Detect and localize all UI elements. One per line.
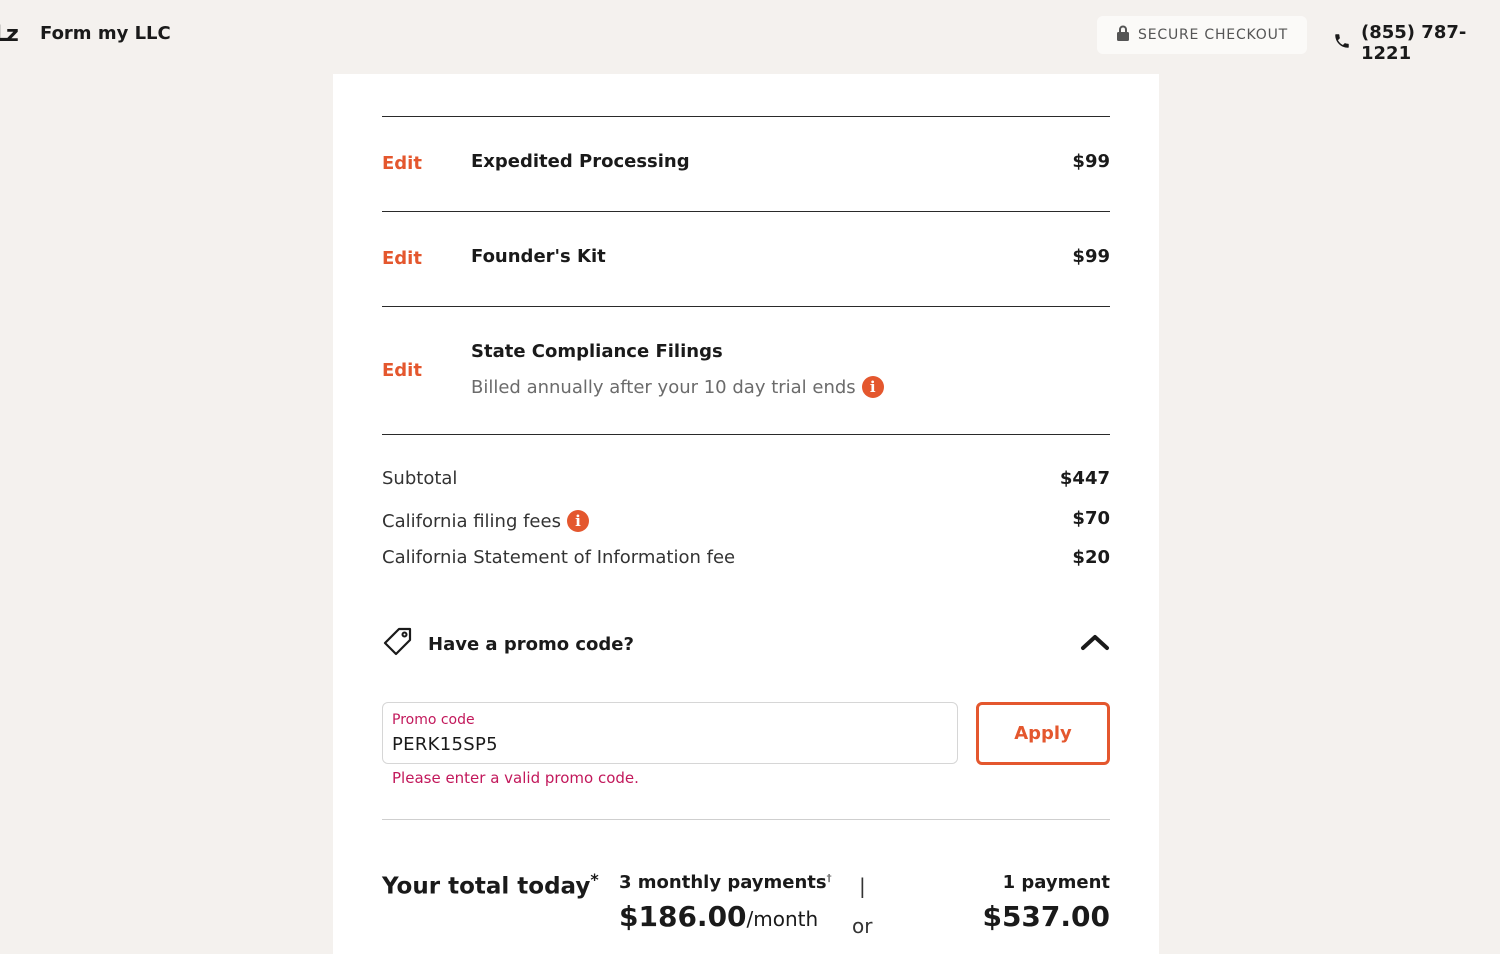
phone-icon bbox=[1333, 32, 1351, 55]
item-note: Billed annually after your 10 day trial … bbox=[471, 376, 884, 398]
divider bbox=[382, 819, 1110, 820]
monthly-payments-label: 3 monthly payments bbox=[619, 872, 827, 893]
divider bbox=[382, 211, 1110, 212]
total-footnote-mark: * bbox=[590, 870, 599, 889]
secure-checkout-label: SECURE CHECKOUT bbox=[1138, 27, 1288, 43]
promo-code-field-label: Promo code bbox=[392, 712, 475, 728]
info-icon[interactable]: i bbox=[566, 510, 589, 532]
single-payment-amount: $537.00 bbox=[982, 900, 1110, 933]
promo-code-input[interactable]: Promo code PERK15SP5 bbox=[382, 702, 958, 764]
info-icon[interactable]: i bbox=[861, 376, 884, 398]
promo-code-heading: Have a promo code? bbox=[428, 633, 634, 655]
monthly-payments-heading[interactable]: 3 monthly payments† bbox=[619, 872, 832, 893]
item-name: Expedited Processing bbox=[471, 151, 690, 172]
top-header: Lz Form my LLC SECURE CHECKOUT (855) 787… bbox=[0, 0, 1500, 72]
filing-fees-label: California filing fees bbox=[382, 510, 561, 532]
edit-founders-kit-link[interactable]: Edit bbox=[382, 248, 422, 269]
single-payment-heading[interactable]: 1 payment bbox=[1003, 872, 1110, 893]
item-name: State Compliance Filings bbox=[471, 341, 723, 362]
promo-code-value[interactable]: PERK15SP5 bbox=[392, 734, 498, 755]
soi-fee-value: $20 bbox=[1072, 547, 1110, 568]
item-price: $99 bbox=[1072, 246, 1110, 267]
divider bbox=[382, 116, 1110, 117]
lock-icon bbox=[1116, 25, 1130, 45]
total-label: Your total today* bbox=[382, 870, 599, 900]
subtotal-value: $447 bbox=[1059, 468, 1110, 489]
subtotal-label: Subtotal bbox=[382, 468, 458, 489]
monthly-footnote-mark: † bbox=[826, 873, 832, 884]
edit-expedited-processing-link[interactable]: Edit bbox=[382, 153, 422, 174]
phone-number: (855) 787-1221 bbox=[1361, 22, 1467, 64]
page-title: Form my LLC bbox=[40, 23, 171, 44]
logo[interactable]: Lz bbox=[0, 22, 19, 47]
or-label: or bbox=[852, 914, 873, 938]
monthly-amount-value: $186.00 bbox=[619, 900, 747, 933]
divider bbox=[382, 434, 1110, 435]
chevron-up-icon[interactable] bbox=[1080, 633, 1110, 655]
edit-state-compliance-link[interactable]: Edit bbox=[382, 360, 422, 381]
tag-icon bbox=[382, 626, 414, 662]
soi-fee-label: California Statement of Information fee bbox=[382, 547, 736, 568]
billing-note: Billed annually after your 10 day trial … bbox=[471, 376, 856, 398]
filing-fees-row: California filing fees i bbox=[382, 510, 589, 532]
monthly-amount: $186.00/month bbox=[619, 900, 818, 933]
order-summary-card: Edit Expedited Processing $99 Edit Found… bbox=[333, 74, 1159, 954]
filing-fees-value: $70 bbox=[1072, 508, 1110, 529]
item-name: Founder's Kit bbox=[471, 246, 606, 267]
per-month-label: /month bbox=[746, 907, 819, 931]
promo-code-error: Please enter a valid promo code. bbox=[392, 769, 639, 787]
apply-button[interactable]: Apply bbox=[976, 702, 1110, 765]
divider bbox=[382, 306, 1110, 307]
total-label-text: Your total today bbox=[382, 873, 591, 900]
phone-link[interactable]: (855) 787-1221 bbox=[1333, 22, 1500, 64]
promo-code-toggle[interactable]: Have a promo code? bbox=[382, 626, 1110, 662]
item-price: $99 bbox=[1072, 151, 1110, 172]
secure-checkout-badge: SECURE CHECKOUT bbox=[1097, 16, 1307, 54]
payment-divider: | bbox=[859, 874, 866, 898]
